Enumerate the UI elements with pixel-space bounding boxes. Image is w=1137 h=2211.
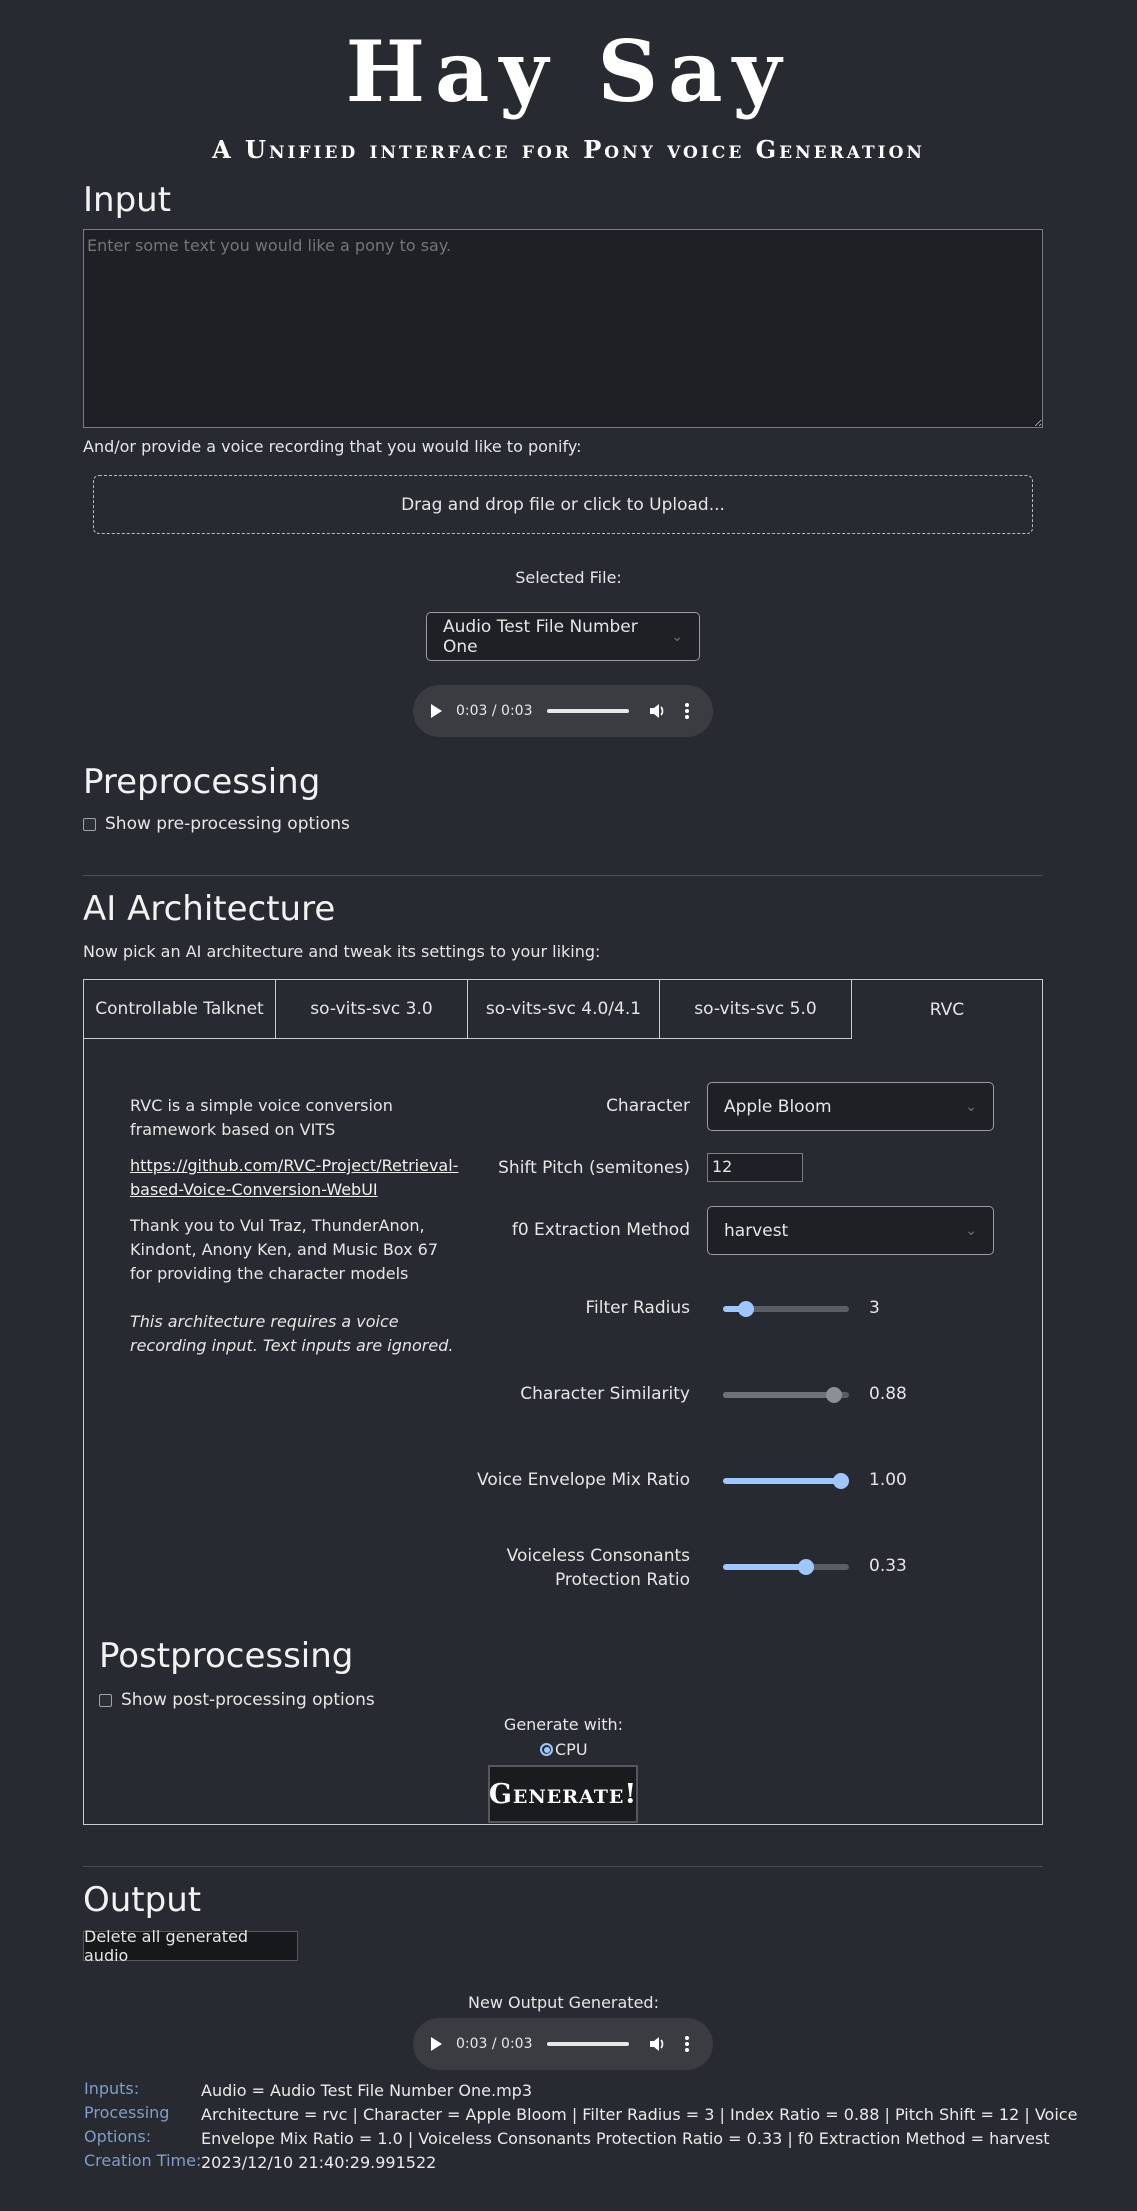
slider-handle[interactable]	[833, 1473, 849, 1489]
slider-handle[interactable]	[737, 1301, 754, 1317]
tab-so-vits-svc-5[interactable]: so-vits-svc 5.0	[659, 979, 851, 1039]
preprocessing-checkbox[interactable]	[83, 817, 96, 831]
input-heading: Input	[83, 180, 172, 220]
preprocessing-checkbox-label: Show pre-processing options	[105, 814, 350, 834]
envelope-value: 1.00	[869, 1470, 907, 1490]
architecture-tabs: Controllable Talknet so-vits-svc 3.0 so-…	[83, 979, 1043, 1039]
creation-value: 2023/12/10 21:40:29.991522	[201, 2153, 437, 2172]
app-subtitle: A Unified interface for Pony voice Gener…	[212, 135, 925, 164]
tab-label: Controllable Talknet	[95, 999, 264, 1019]
tab-controllable-talknet[interactable]: Controllable Talknet	[83, 979, 275, 1039]
voiceless-slider[interactable]	[723, 1559, 849, 1575]
tab-label: so-vits-svc 5.0	[694, 999, 817, 1019]
filter-radius-value: 3	[869, 1298, 880, 1318]
f0-label: f0 Extraction Method	[511, 1220, 690, 1240]
similarity-value: 0.88	[869, 1384, 907, 1404]
f0-value: harvest	[724, 1220, 789, 1241]
chevron-down-icon: ⌄	[671, 628, 683, 645]
delete-all-button[interactable]: Delete all generated audio	[83, 1927, 298, 1965]
volume-icon[interactable]	[649, 703, 665, 719]
rvc-github-link[interactable]: https://github.com/RVC-Project/Retrieval…	[130, 1154, 460, 1202]
envelope-slider[interactable]	[723, 1473, 849, 1489]
tab-label: RVC	[929, 999, 965, 1020]
rvc-thanks: Thank you to Vul Traz, ThunderAnon, Kind…	[130, 1216, 439, 1283]
app-title: Hay Say	[345, 22, 792, 121]
processing-value-1: Architecture = rvc | Character = Apple B…	[201, 2105, 1078, 2124]
envelope-label: Voice Envelope Mix Ratio	[477, 1470, 690, 1490]
panel-top-border	[83, 1038, 851, 1039]
preprocessing-heading: Preprocessing	[83, 762, 321, 802]
tab-label: so-vits-svc 4.0/4.1	[485, 999, 642, 1019]
selected-file-dropdown[interactable]: Audio Test File Number One ⌄	[426, 612, 700, 661]
postprocessing-checkbox[interactable]	[99, 1693, 112, 1707]
inputs-value: Audio = Audio Test File Number One.mp3	[201, 2081, 533, 2100]
upload-dropzone[interactable]: Drag and drop file or click to Upload...	[93, 475, 1033, 534]
processing-key-1: Processing	[84, 2103, 170, 2122]
output-heading: Output	[83, 1880, 202, 1920]
voiceless-value: 0.33	[869, 1556, 907, 1576]
voiceless-label-line-2: Protection Ratio	[554, 1570, 690, 1590]
recording-prompt: And/or provide a voice recording that yo…	[83, 437, 582, 456]
input-audio-player[interactable]: 0:03 / 0:03	[413, 685, 713, 737]
tab-rvc[interactable]: RVC	[851, 979, 1043, 1039]
device-option[interactable]: CPU	[540, 1740, 588, 1759]
chevron-down-icon: ⌄	[965, 1098, 977, 1115]
architecture-description: Now pick an AI architecture and tweak it…	[83, 942, 601, 961]
progress-bar[interactable]	[546, 709, 629, 713]
generate-with-label: Generate with:	[503, 1715, 624, 1734]
chevron-down-icon: ⌄	[965, 1222, 977, 1239]
similarity-label: Character Similarity	[520, 1384, 690, 1404]
play-icon[interactable]	[431, 704, 442, 718]
selected-file-value: Audio Test File Number One	[443, 616, 638, 657]
rvc-intro: RVC is a simple voice conversion framewo…	[130, 1096, 393, 1139]
upload-label: Drag and drop file or click to Upload...	[401, 494, 725, 515]
progress-bar[interactable]	[546, 2042, 629, 2046]
tab-label: so-vits-svc 3.0	[310, 999, 433, 1019]
character-label: Character	[606, 1096, 690, 1116]
slider-handle[interactable]	[825, 1387, 842, 1403]
selected-file-label: Selected File:	[515, 568, 622, 587]
divider	[83, 875, 1043, 876]
creation-key: Creation Time:	[84, 2151, 202, 2170]
player-time: 0:03 / 0:03	[456, 703, 533, 719]
player-time: 0:03 / 0:03	[456, 2036, 533, 2052]
rvc-note: This architecture requires a voice recor…	[130, 1312, 454, 1355]
tab-so-vits-svc-4[interactable]: so-vits-svc 4.0/4.1	[467, 979, 659, 1039]
inputs-key: Inputs:	[84, 2079, 140, 2098]
volume-icon[interactable]	[649, 2036, 665, 2052]
play-icon[interactable]	[431, 2037, 442, 2051]
postprocessing-toggle[interactable]: Show post-processing options	[99, 1690, 375, 1710]
new-output-label: New Output Generated:	[468, 1993, 659, 2012]
architecture-heading: AI Architecture	[83, 889, 336, 929]
more-options-icon[interactable]	[684, 2036, 689, 2052]
filter-radius-slider[interactable]	[723, 1301, 849, 1317]
postprocessing-checkbox-label: Show post-processing options	[121, 1690, 375, 1710]
character-value: Apple Bloom	[724, 1096, 832, 1117]
pitch-input[interactable]: 12	[707, 1153, 803, 1182]
character-dropdown[interactable]: Apple Bloom ⌄	[707, 1082, 994, 1131]
radio-button[interactable]	[540, 1743, 553, 1756]
output-audio-player[interactable]: 0:03 / 0:03	[413, 2018, 713, 2070]
similarity-slider[interactable]	[723, 1387, 849, 1403]
postprocessing-heading: Postprocessing	[99, 1636, 354, 1676]
rvc-info: RVC is a simple voice conversion framewo…	[130, 1094, 460, 1358]
preprocessing-toggle[interactable]: Show pre-processing options	[83, 814, 350, 834]
text-input[interactable]	[83, 229, 1043, 428]
filter-radius-label: Filter Radius	[585, 1298, 690, 1318]
f0-dropdown[interactable]: harvest ⌄	[707, 1206, 994, 1255]
more-options-icon[interactable]	[684, 703, 689, 719]
processing-value-2: Envelope Mix Ratio = 1.0 | Voiceless Con…	[201, 2129, 1050, 2148]
generate-button[interactable]: Generate!	[488, 1765, 638, 1823]
voiceless-label-line-1: Voiceless Consonants	[506, 1546, 690, 1566]
divider	[83, 1866, 1043, 1867]
voiceless-label: Voiceless Consonants Protection Ratio	[440, 1544, 690, 1592]
tab-so-vits-svc-3[interactable]: so-vits-svc 3.0	[275, 979, 467, 1039]
pitch-label: Shift Pitch (semitones)	[498, 1158, 690, 1178]
device-option-label: CPU	[555, 1740, 588, 1759]
processing-key-2: Options:	[84, 2127, 152, 2146]
